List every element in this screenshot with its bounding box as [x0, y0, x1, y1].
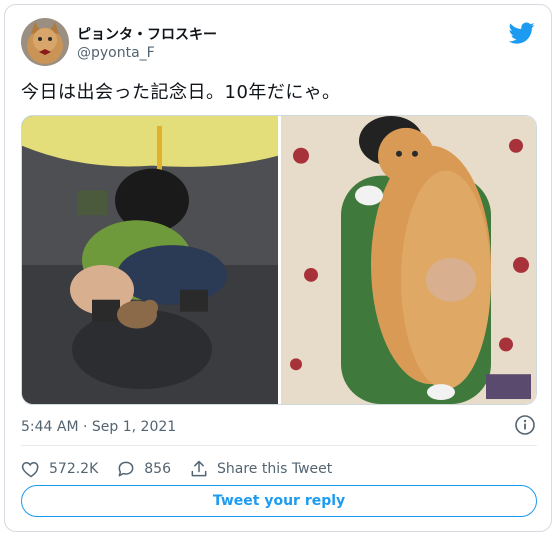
tweet-timestamp[interactable]: 5:44 AM · Sep 1, 2021	[21, 419, 176, 435]
photo-man-holding-cat[interactable]	[281, 116, 537, 404]
user-handle[interactable]: @pyonta_F	[77, 45, 155, 61]
like-count: 572.2K	[49, 461, 99, 477]
display-name[interactable]: ピョンタ・フロスキー	[77, 24, 217, 44]
tweet-card: ピョンタ・フロスキー @pyonta_F 今日は出会った記念日。10年だにゃ。	[4, 4, 552, 532]
twitter-bird-icon[interactable]	[509, 20, 535, 46]
reply-count: 856	[144, 461, 171, 477]
tweet-text: 今日は出会った記念日。10年だにゃ。	[21, 82, 341, 103]
heart-icon	[21, 461, 39, 478]
like-button[interactable]: 572.2K	[21, 459, 98, 479]
avatar[interactable]	[21, 18, 69, 66]
tweet-actions: 572.2K 856 Share this Tweet	[21, 457, 332, 481]
reply-bubble-icon	[118, 461, 134, 477]
share-button[interactable]: Share this Tweet	[189, 459, 332, 479]
tweet-media[interactable]	[21, 115, 537, 405]
share-icon	[191, 460, 207, 477]
info-icon[interactable]	[514, 414, 536, 436]
share-label: Share this Tweet	[217, 461, 333, 477]
photo-boy-with-kitten[interactable]	[22, 116, 278, 404]
tweet-reply-button[interactable]: Tweet your reply	[21, 485, 537, 517]
reply-button[interactable]: 856	[116, 459, 171, 479]
divider	[21, 445, 537, 446]
